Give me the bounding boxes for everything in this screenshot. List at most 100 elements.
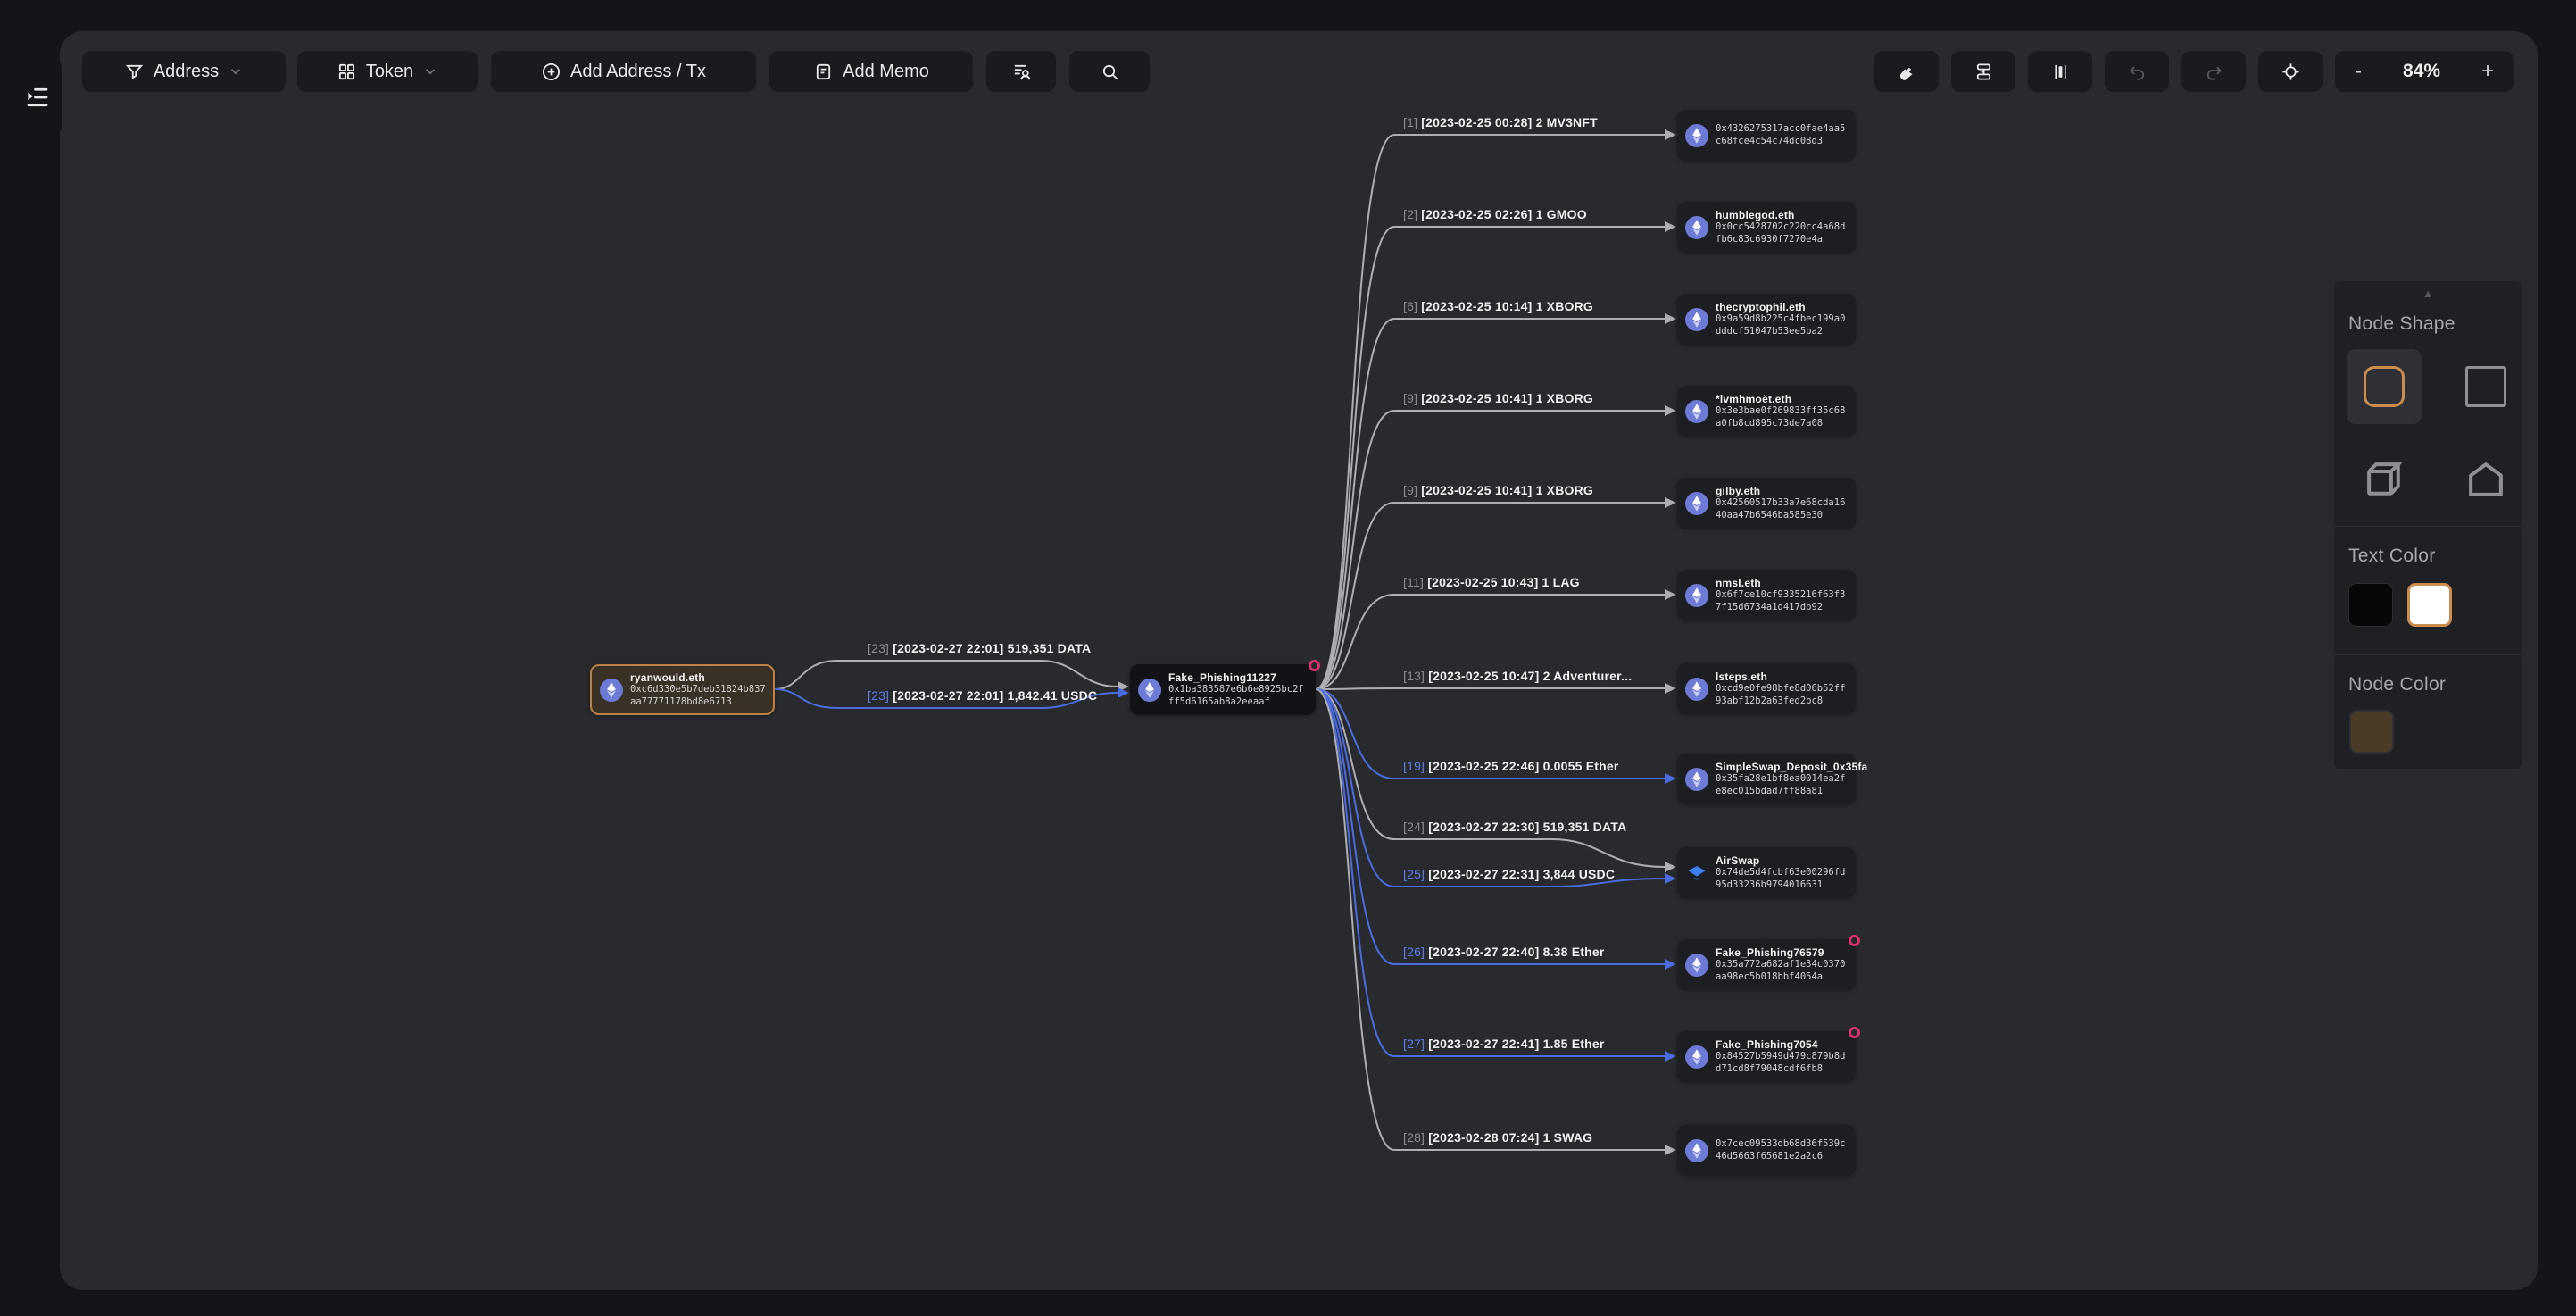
transfer-edge-label[interactable]: [6] [2023-02-25 10:14] 1 XBORG [1403,299,1593,313]
address-node[interactable]: *lvmhmoët.eth 0x3e3bae0f269833ff35c68a0f… [1677,386,1856,437]
address-node[interactable]: 0x7cec09533db68d36f539c46d5663f65681e2a2… [1677,1125,1856,1176]
node-color-swatch[interactable] [2349,710,2394,754]
text-color-white-swatch[interactable] [2407,583,2452,627]
node-shape-title: Node Shape [2348,313,2456,335]
address-node[interactable]: AirSwap 0x74de5d4fcbf63e00296fd95d33236b… [1677,847,1856,898]
undo-button[interactable] [2105,51,2169,92]
pan-tool-button[interactable] [1874,51,1939,92]
add-memo-button[interactable]: Add Memo [769,51,973,92]
edge-timestamp: [2023-02-27 22:30] [1425,820,1542,834]
address-node[interactable]: SimpleSwap_Deposit_0x35fa 0x35fa28e1bf8e… [1677,754,1856,804]
ethereum-icon [1685,492,1708,515]
address-node[interactable]: Fake_Phishing11227 0x1ba383587e6b6e8925b… [1130,664,1316,715]
edge-timestamp: [2023-02-25 10:14] [1417,299,1535,313]
search-button[interactable] [1069,51,1150,92]
address-filter-label: Address [154,62,219,82]
filter-funnel-icon [124,62,145,82]
edge-arrowhead [1665,873,1676,884]
locate-center-button[interactable] [2258,51,2323,92]
redo-icon [2204,62,2224,82]
address-node[interactable]: gilby.eth 0x42560517b33a7e68cda1640aa47b… [1677,478,1856,529]
transfer-edge-label[interactable]: [25] [2023-02-27 22:31] 3,844 USDC [1403,867,1615,881]
auto-layout-button[interactable] [1951,51,2015,92]
address-node[interactable]: 0x4326275317acc0fae4aa5c68fce4c54c74dc08… [1677,110,1856,161]
edge-timestamp: [2023-02-25 10:43] [1424,575,1541,589]
edge-arrowhead [1665,405,1676,416]
address-book-button[interactable] [986,51,1056,92]
shape-option-rounded-square[interactable] [2347,349,2422,424]
transfer-edge-label[interactable]: [11] [2023-02-25 10:43] 1 LAG [1403,575,1580,589]
zoom-in-button[interactable]: + [2481,61,2494,82]
edge-timestamp: [2023-02-27 22:01] [889,688,1007,703]
transfer-edge-label[interactable]: [23] [2023-02-27 22:01] 1,842.41 USDC [868,688,1097,703]
node-address: 0x4326275317acc0fae4aa5c68fce4c54c74dc08… [1716,123,1849,147]
chain-icon [1685,954,1708,977]
address-node[interactable]: thecryptophil.eth 0x9a59d8b225c4fbec199a… [1677,294,1856,345]
shape-option-house[interactable] [2448,442,2523,517]
transfer-edge-label[interactable]: [26] [2023-02-27 22:40] 8.38 Ether [1403,945,1605,959]
edge-index: [28] [1403,1130,1425,1145]
zoom-out-button[interactable]: - [2355,61,2362,82]
shape-option-square[interactable] [2448,349,2523,424]
text-color-black-swatch[interactable] [2348,583,2393,627]
transfer-edge-label[interactable]: [23] [2023-02-27 22:01] 519,351 DATA [868,641,1091,655]
transfer-edge-label[interactable]: [28] [2023-02-28 07:24] 1 SWAG [1403,1130,1592,1145]
token-grid-icon [337,62,357,82]
transfer-edge-label[interactable]: [1] [2023-02-25 00:28] 2 MV3NFT [1403,115,1598,129]
transfer-edge[interactable] [775,661,1118,689]
node-style-panel: ▲ Node Shape Text Color Node Color [2334,281,2522,769]
ethereum-icon [1685,584,1708,607]
address-node[interactable]: lsteps.eth 0xcd9e0fe98bfe8d06b52ff93abf1… [1677,663,1856,714]
ethereum-icon [1685,400,1708,423]
address-node[interactable]: Fake_Phishing76579 0x35a772a682af1e34c03… [1677,939,1856,990]
app-window: Address Token Add Address / Tx Add Memo [0,0,2576,1316]
edge-amount: 8.38 Ether [1543,945,1605,959]
transfer-edge-label[interactable]: [9] [2023-02-25 10:41] 1 XBORG [1403,391,1593,405]
edge-arrowhead [1665,1145,1676,1155]
expand-sidebar-button[interactable] [12,55,62,139]
node-address: 0x74de5d4fcbf63e00296fd95d33236b97940166… [1716,867,1849,891]
transfer-edge[interactable] [1316,319,1665,689]
transfer-edge[interactable] [1316,688,1665,689]
transfer-edge[interactable] [1316,503,1665,689]
collapse-panel-arrow-icon[interactable]: ▲ [2334,287,2522,300]
transfer-edge[interactable] [1316,227,1665,689]
ethereum-icon [600,679,623,702]
add-address-tx-button[interactable]: Add Address / Tx [491,51,756,92]
node-label: ryanwould.eth [630,671,766,684]
transfer-edge-label[interactable]: [13] [2023-02-25 10:47] 2 Adventurer... [1403,669,1632,683]
address-filter-button[interactable]: Address [82,51,286,92]
transfer-edge[interactable] [1316,411,1665,689]
transfer-edge-label[interactable]: [9] [2023-02-25 10:41] 1 XBORG [1403,483,1593,497]
transfer-edge-label[interactable]: [27] [2023-02-27 22:41] 1.85 Ether [1403,1037,1605,1051]
edge-index: [19] [1403,759,1425,773]
node-address: 0x3e3bae0f269833ff35c68a0fb8cd895c73de7a… [1716,405,1849,429]
edge-amount: 1.85 Ether [1543,1037,1605,1051]
edge-index: [2] [1403,207,1417,221]
node-address: 0xcd9e0fe98bfe8d06b52ff93abf12b2a63fed2b… [1716,683,1849,707]
node-label: *lvmhmoët.eth [1716,393,1849,405]
edge-amount: 1 XBORG [1536,483,1593,497]
transfer-edge-label[interactable]: [2] [2023-02-25 02:26] 1 GMOO [1403,207,1587,221]
transfer-edge-label[interactable]: [19] [2023-02-25 22:46] 0.0055 Ether [1403,759,1618,773]
token-filter-button[interactable]: Token [297,51,478,92]
transfer-edge-label[interactable]: [24] [2023-02-27 22:30] 519,351 DATA [1403,820,1626,834]
redo-button[interactable] [2181,51,2246,92]
ethereum-icon [1685,1139,1708,1162]
edge-timestamp: [2023-02-25 00:28] [1417,115,1535,129]
address-node[interactable]: Fake_Phishing7054 0x84527b5949d479c879b8… [1677,1031,1856,1082]
address-node[interactable]: humblegod.eth 0x0cc5428702c220cc4a68dfb6… [1677,202,1856,253]
edge-timestamp: [2023-02-25 10:41] [1417,391,1535,405]
edge-index: [27] [1403,1037,1425,1051]
chain-icon [1685,584,1708,607]
edge-arrowhead [1665,683,1676,694]
address-node[interactable]: ryanwould.eth 0xc6d330e5b7deb31824b837aa… [590,664,775,715]
edge-index: [9] [1403,391,1417,405]
shape-option-cube[interactable] [2347,442,2422,517]
align-columns-button[interactable] [2028,51,2092,92]
node-label: Fake_Phishing76579 [1716,946,1849,959]
node-address: 0x9a59d8b225c4fbec199a0dddcf51047b53ee5b… [1716,313,1849,337]
plus-circle-icon [541,62,561,82]
text-color-title: Text Color [2348,546,2436,567]
address-node[interactable]: nmsl.eth 0x6f7ce10cf9335216f63f37f15d673… [1677,570,1856,621]
